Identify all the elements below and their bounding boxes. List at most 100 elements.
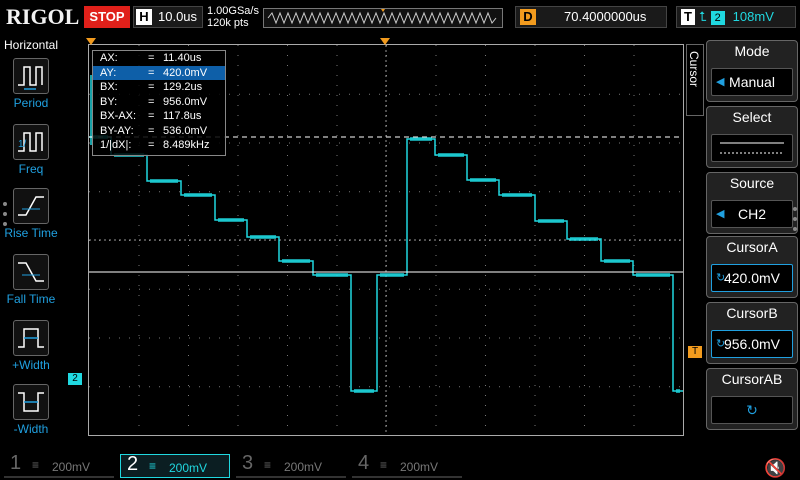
cursor-readout-equals: = (148, 52, 155, 64)
delay-value: 70.4000000us (564, 9, 647, 24)
measure-fall-time-button[interactable]: Fall Time (0, 254, 62, 306)
rigol-logo: RIGOL (6, 4, 80, 29)
trigger-display[interactable]: T ⮤ 2 108mV (676, 6, 796, 28)
measure-frequency-label: Freq (18, 162, 44, 176)
cursor-readout-key: BY: (100, 95, 118, 108)
cursor-readout-equals: = (148, 95, 155, 108)
menu-button-title: CursorAB (721, 371, 783, 387)
cursor-readout-value: 8.489kHz (163, 139, 210, 151)
memory-depth: 120k pts (207, 17, 249, 29)
menu-button-title: CursorB (726, 305, 778, 321)
channel-number: 3 (242, 452, 254, 474)
cursor-readout-row: BY: = 956.0mV (93, 95, 225, 110)
cursor-select-lines-icon (720, 142, 784, 154)
cursor-readout-row: AY: = 420.0mV (93, 65, 225, 80)
cursor-readout-row: BY-AY: = 536.0mV (93, 124, 225, 139)
trigger-source: 2 (710, 11, 725, 25)
left-arrow-icon: ◀ (716, 76, 725, 88)
cursor-readout-key: BY-AY: (100, 124, 134, 137)
frequency-icon: 1/ (13, 124, 49, 160)
channel-4-tab[interactable]: 4 ≡ 200mV (352, 452, 462, 478)
coupling-icon: ≡ (380, 458, 388, 472)
measure-negative-width-label: -Width (13, 422, 49, 436)
cursor-readout-equals: = (148, 110, 155, 122)
trigger-level-marker[interactable]: T (688, 346, 702, 358)
trigger-key-label: T (681, 9, 695, 25)
menu-select-button[interactable]: Select (706, 106, 798, 168)
cursor-readout-equals: = (148, 139, 155, 151)
channel-number: 4 (358, 452, 370, 474)
menu-cursora-button[interactable]: CursorA 420.0mV ↻ (706, 236, 798, 298)
rising-edge-icon: ⮤ (699, 9, 707, 24)
menu-cursorb-button[interactable]: CursorB 956.0mV ↻ (706, 302, 798, 364)
measure-panel: Horizontal Period 1/ Freq Rise Time Fall… (0, 36, 62, 448)
channel-scale: 200mV (400, 460, 439, 474)
speaker-muted-icon[interactable]: 🔇 (764, 458, 786, 479)
cursor-menu: Mode Manual ◀ Select Source CH2 ◀ CursorA 420.0m… (704, 36, 800, 448)
cursor-readout-row: 1/|dX|: = 8.489kHz (93, 138, 225, 153)
channel-scale: 200mV (169, 461, 208, 475)
cursor-readout-key: AX: (100, 52, 118, 64)
rotate-knob-icon: ↻ (716, 272, 726, 284)
menu-button-value: Manual ◀ (711, 68, 793, 96)
trigger-position-marker-icon (380, 38, 390, 45)
svg-text:1/: 1/ (18, 139, 27, 150)
measure-period-label: Period (13, 96, 49, 110)
cursor-readout-key: BX-AX: (100, 110, 137, 122)
menu-button-value (711, 134, 793, 162)
measure-rise-time-button[interactable]: Rise Time (0, 188, 62, 240)
cursor-menu-tab-label: Cursor (687, 51, 701, 88)
measure-rise-time-label: Rise Time (4, 226, 58, 240)
ch2-ground-marker[interactable]: 2 (68, 373, 82, 385)
cursor-readout-row: BX-AX: = 117.8us (93, 109, 225, 124)
menu-button-title: Source (729, 175, 775, 191)
cursor-readout-equals: = (148, 66, 155, 79)
timebase-display[interactable]: H 10.0us (133, 6, 203, 28)
measure-period-button[interactable]: Period (0, 58, 62, 110)
menu-button-title: Select (732, 109, 772, 125)
cursor-menu-tab[interactable]: Cursor (686, 44, 704, 116)
fall-time-icon (13, 254, 49, 290)
cursor-readout-value: 536.0mV (163, 124, 208, 137)
cursor-readout-row: AX: = 11.40us (93, 51, 225, 66)
channel-1-tab[interactable]: 1 ≡ 200mV (4, 452, 114, 478)
channel-scale: 200mV (284, 460, 323, 474)
channel-3-tab[interactable]: 3 ≡ 200mV (236, 452, 346, 478)
sample-rate-info: 1.00GSa/s 120k pts (207, 5, 259, 29)
cursor-readout-value: 956.0mV (163, 95, 208, 108)
rotate-knob-icon: ↻ (716, 338, 726, 350)
measure-negative-width-button[interactable]: -Width (0, 384, 62, 436)
menu-button-value: 956.0mV ↻ (711, 330, 793, 358)
channel-bar: 1 ≡ 200mV 2 ≡ 200mV 3 ≡ 200mV 4 ≡ 200mV (0, 450, 800, 480)
channel-number: 2 (127, 453, 139, 475)
channel-scale: 200mV (52, 460, 91, 474)
cursor-readout-value: 420.0mV (163, 66, 208, 79)
rotate-knob-icon: ↻ (711, 396, 793, 424)
run-stop-indicator[interactable]: STOP (84, 6, 130, 28)
menu-scroll-dots-icon (793, 207, 797, 231)
rise-time-icon (13, 188, 49, 224)
menu-mode-button[interactable]: Mode Manual ◀ (706, 40, 798, 102)
cursor-readout-equals: = (148, 124, 155, 137)
menu-cursorab-button[interactable]: CursorAB ↻ (706, 368, 798, 430)
negative-width-icon (13, 384, 49, 420)
coupling-icon: ≡ (149, 459, 157, 473)
cursor-readout-panel: AX: = 11.40us AY: = 420.0mV BX: = 129.2us BY: = 956… (92, 50, 226, 156)
channel-2-tab[interactable]: 2 ≡ 200mV (120, 453, 230, 478)
delay-display[interactable]: D 70.4000000us (515, 6, 667, 28)
status-bar: RIGOL STOP H 10.0us 1.00GSa/s 120k pts D 7… (0, 0, 800, 36)
panel-scroll-dots-icon (3, 202, 7, 226)
cursor-readout-value: 11.40us (163, 52, 202, 64)
cursor-readout-key: BX: (100, 81, 118, 93)
timebase-value: 10.0us (158, 9, 198, 24)
memory-waveform-icon (267, 9, 497, 25)
positive-width-icon (13, 320, 49, 356)
measure-panel-title: Horizontal (3, 38, 59, 52)
menu-source-button[interactable]: Source CH2 ◀ (706, 172, 798, 234)
measure-positive-width-button[interactable]: +Width (0, 320, 62, 372)
measure-fall-time-label: Fall Time (6, 292, 56, 306)
cursor-readout-key: 1/|dX|: (100, 139, 132, 151)
menu-button-title: CursorA (726, 239, 778, 255)
memory-overview-strip (263, 8, 503, 28)
measure-frequency-button[interactable]: 1/ Freq (0, 124, 62, 176)
